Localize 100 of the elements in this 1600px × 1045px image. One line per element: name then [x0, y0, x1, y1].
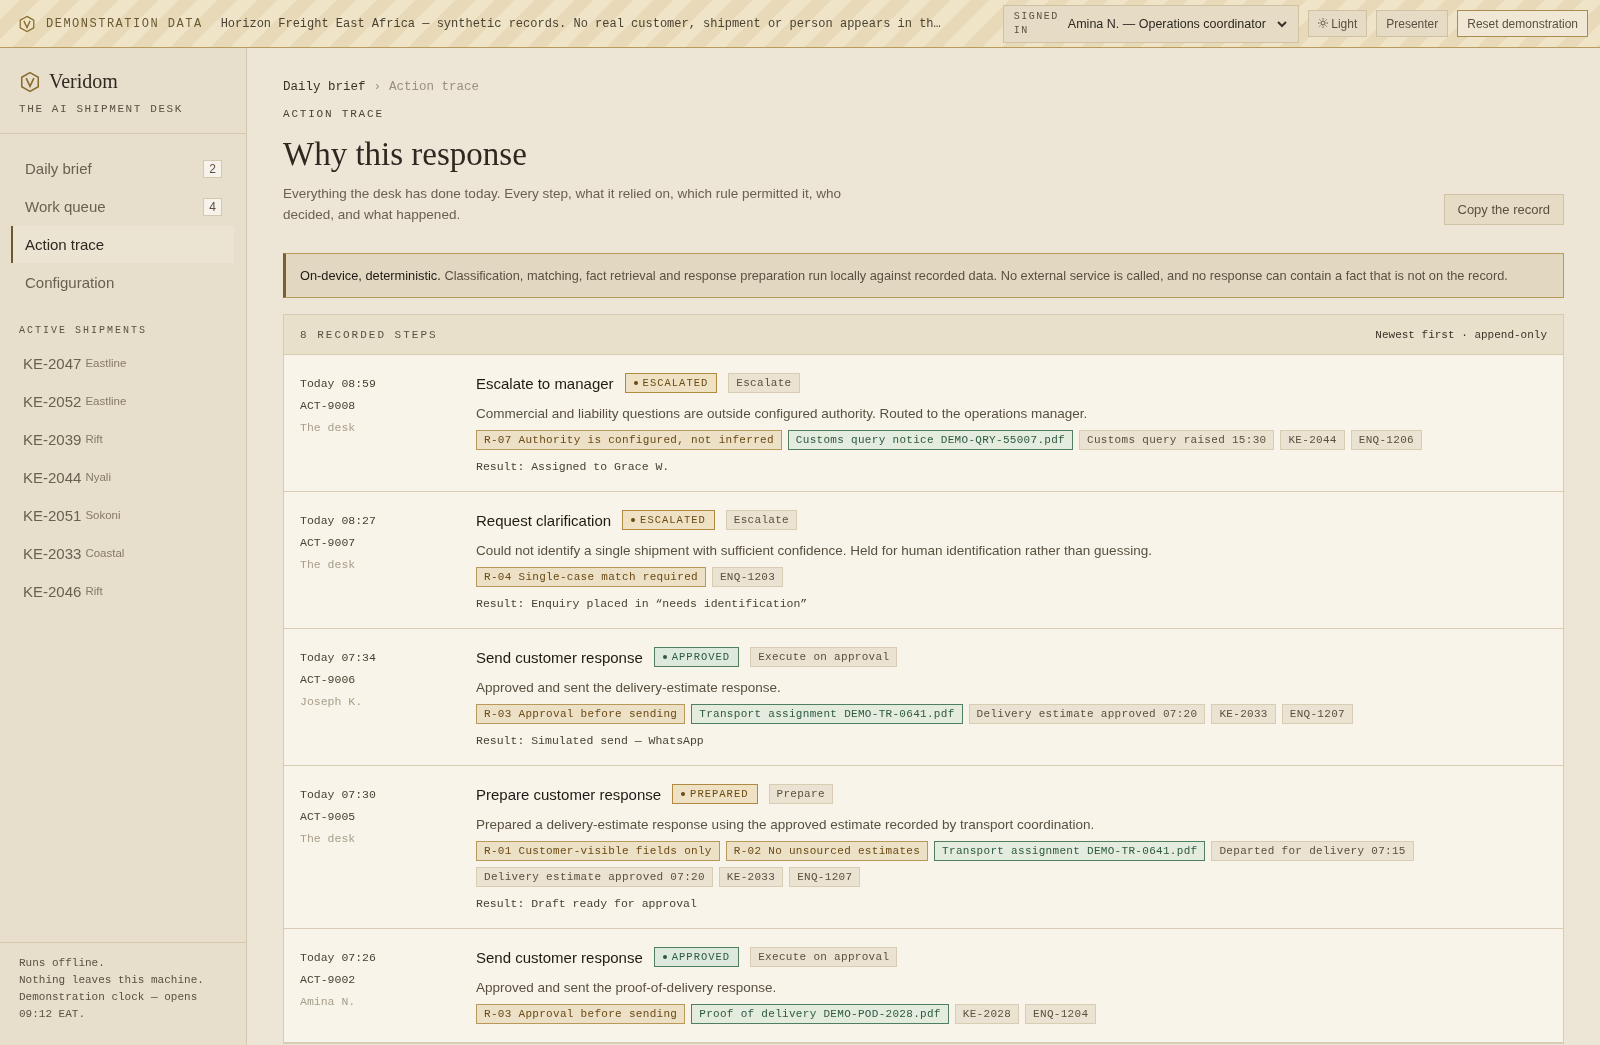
page-intro: Everything the desk has done today. Every step, what it relied on, which rule permitted it, who decided, and what happened.	[283, 185, 843, 224]
reset-button[interactable]: Reset demonstration	[1457, 10, 1588, 37]
nav-label: Action trace	[25, 236, 105, 253]
step-time: Today 07:34	[300, 650, 377, 666]
shipment-link[interactable]: KE-2051 Sokoni	[23, 496, 223, 534]
status-badge: APPROVED	[653, 947, 740, 967]
status-badge: ESCALATED	[624, 373, 718, 393]
step-result: Result: Assigned to Grace W.	[476, 460, 671, 473]
section-heading: ACTIVE SHIPMENTS	[18, 324, 148, 338]
step-title: Escalate to manager	[476, 374, 614, 392]
step-time: Today 08:27	[300, 513, 377, 529]
nav-item[interactable]: Action trace	[11, 226, 234, 263]
fact-tag: Departed for delivery 07:15	[1211, 841, 1414, 861]
fact-tag: Delivery estimate approved 07:20	[476, 867, 713, 887]
step-id: ACT-9008	[300, 398, 357, 414]
breadcrumb-separator: ›	[373, 80, 382, 94]
rule-tag: R-02 No unsourced estimates	[725, 841, 929, 861]
sort-note: Newest first · append-only	[1375, 328, 1547, 341]
fact-tag: Delivery estimate approved 07:20	[968, 704, 1206, 724]
step-id: ACT-9007	[300, 535, 357, 551]
page-title: Why this response	[283, 136, 528, 173]
fact-tag: ENQ-1206	[1350, 430, 1422, 450]
step-title: Send customer response	[476, 948, 643, 966]
rule-tag: R-03 Approval before sending	[476, 1004, 686, 1024]
document-tag: Proof of delivery DEMO-POD-2028.pdf	[691, 1004, 949, 1024]
step-title: Request clarification	[476, 511, 612, 529]
step-time: Today 07:26	[300, 950, 377, 966]
copy-button[interactable]: Copy the record	[1443, 194, 1564, 225]
step-title: Prepare customer response	[476, 785, 662, 803]
nav-label: Daily brief	[25, 160, 92, 177]
status-badge: ESCALATED	[622, 510, 715, 530]
brand-name: Veridom	[49, 70, 118, 93]
count-badge: 4	[203, 197, 222, 216]
step-time: Today 07:30	[300, 787, 377, 803]
document-tag: Transport assignment DEMO-TR-0641.pdf	[934, 841, 1206, 861]
step-actor: Amina N.	[300, 994, 357, 1010]
step-id: ACT-9005	[300, 809, 357, 825]
shipment-link[interactable]: KE-2039 Rift	[23, 420, 223, 458]
rule-tag: R-01 Customer-visible fields only	[476, 841, 720, 861]
fact-tag: Customs query raised 15:30	[1079, 430, 1275, 450]
shipment-link[interactable]: KE-2046 Rift	[23, 572, 223, 610]
logo-icon	[19, 70, 41, 93]
step-id: ACT-9002	[300, 972, 357, 988]
step-title: Send customer response	[476, 648, 643, 666]
shipment-link[interactable]: KE-2052 Eastline	[23, 382, 223, 420]
step-actor: The desk	[300, 420, 357, 436]
count-badge: 2	[203, 159, 222, 178]
status-badge: APPROVED	[653, 647, 740, 667]
step-actor: The desk	[300, 831, 357, 847]
action-tag: Execute on approval	[750, 947, 898, 967]
rule-tag: R-04 Single-case match required	[476, 567, 706, 587]
fact-tag: KE-2028	[954, 1004, 1020, 1024]
rule-tag: R-03 Approval before sending	[476, 704, 686, 724]
step-description: Approved and sent the delivery-estimate response.	[476, 680, 782, 695]
shipment-link[interactable]: KE-2033 Coastal	[23, 534, 223, 572]
step-actor: Joseph K.	[300, 694, 364, 710]
offline-note: Runs offline. Nothing leaves this machine. Demonstration clock — opens 09:12 EAT.	[0, 942, 246, 1045]
breadcrumb-link[interactable]: Daily brief	[283, 80, 366, 94]
brand-tagline: THE AI SHIPMENT DESK	[19, 103, 185, 115]
status-badge: PREPARED	[672, 784, 758, 804]
page-eyebrow: ACTION TRACE	[283, 108, 385, 120]
nav-item[interactable]: Configuration	[11, 264, 234, 301]
demo-label: DEMONSTRATION DATA	[46, 16, 203, 31]
step-description: Commercial and liability questions are outside configured authority. Routed to the operations manager.	[476, 406, 1089, 421]
step-description: Could not identify a single shipment with sufficient confidence. Held for human identification rather than guessing.	[476, 543, 1153, 558]
nav-label: Work queue	[25, 198, 106, 215]
logo-icon	[18, 14, 36, 33]
fact-tag: KE-2044	[1280, 430, 1345, 450]
fact-tag: ENQ-1207	[789, 867, 861, 887]
sun-icon	[1317, 17, 1328, 28]
step-time: Today 08:59	[300, 376, 377, 392]
fact-tag: KE-2033	[1211, 704, 1276, 724]
nav-item[interactable]: Work queue 4	[11, 188, 234, 225]
rule-tag: R-07 Authority is configured, not inferred	[476, 430, 782, 450]
action-tag: Escalate	[728, 373, 800, 393]
banner-notice: Horizon Freight East Africa — synthetic records. No real customer, shipment or person appears in th…	[220, 16, 941, 31]
step-result: Result: Draft ready for approval	[476, 897, 698, 910]
shipment-link[interactable]: KE-2047 Eastline	[23, 344, 223, 382]
step-description: Prepared a delivery-estimate response using the approved estimate recorded by transport coordination.	[476, 817, 1096, 832]
fact-tag: ENQ-1204	[1025, 1004, 1097, 1024]
step-description: Approved and sent the proof-of-delivery response.	[476, 980, 778, 995]
fact-tag: ENQ-1207	[1281, 704, 1353, 724]
nav-label: Configuration	[25, 274, 115, 291]
step-result: Result: Enquiry placed in “needs identification”	[476, 597, 809, 610]
breadcrumb-current: Action trace	[389, 80, 480, 94]
document-tag: Customs query notice DEMO-QRY-55007.pdf	[787, 430, 1073, 450]
nav-item[interactable]: Daily brief 2	[11, 150, 234, 187]
fact-tag: ENQ-1203	[711, 567, 784, 587]
step-result: Result: Simulated send — WhatsApp	[476, 734, 705, 747]
action-tag: Execute on approval	[750, 647, 898, 667]
action-tag: Prepare	[768, 784, 833, 804]
notice-text: On-device, deterministic. Classification, matching, fact retrieval and response preparation run locally against recorded data. No external service is called, and no response can contain a fact that is not on the record.	[283, 253, 1564, 298]
panel-heading: 8 RECORDED STEPS	[300, 328, 438, 341]
theme-button[interactable]: Light	[1307, 10, 1368, 37]
step-id: ACT-9006	[300, 672, 357, 688]
shipment-link[interactable]: KE-2044 Nyali	[23, 458, 223, 496]
step-actor: The desk	[300, 557, 357, 573]
presenter-button[interactable]: Presenter	[1376, 10, 1449, 37]
fact-tag: KE-2033	[718, 867, 784, 887]
action-tag: Escalate	[725, 510, 797, 530]
